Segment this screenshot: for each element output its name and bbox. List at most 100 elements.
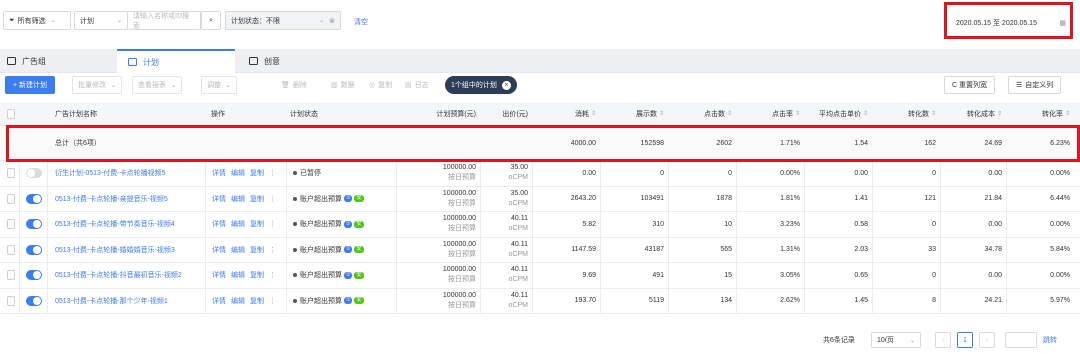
detail-link[interactable]: 详情 <box>212 270 226 280</box>
more-icon[interactable]: ⋮ <box>269 271 276 279</box>
edit-link[interactable]: 编辑 <box>231 245 245 255</box>
copy-link[interactable]: 复制 <box>250 168 264 178</box>
data-button[interactable]: ▥ 数据 <box>331 76 355 94</box>
detail-link[interactable]: 详情 <box>212 168 226 178</box>
row-toggle-cell[interactable] <box>22 161 46 186</box>
status-toggle[interactable] <box>26 168 42 179</box>
bulk-edit-button[interactable]: 批量修改 ⌄ <box>72 76 123 94</box>
next-page-button[interactable]: › <box>979 332 995 348</box>
plan-name-link[interactable]: 0513-付费-卡点轮播-那个少年-视频1 <box>51 289 205 314</box>
row-checkbox[interactable] <box>7 244 15 255</box>
plan-name-link[interactable]: 0513-付费-卡点轮播-婚婚婚音乐-视频3 <box>51 238 205 263</box>
status-select[interactable]: 计划状态：不限 ⌄ ⊗ <box>225 11 341 30</box>
selected-group-pill[interactable]: 1个组中的计划 × <box>445 76 517 94</box>
more-icon[interactable]: ⋮ <box>269 297 276 305</box>
status-badge: ① <box>344 297 353 305</box>
copy-link[interactable]: 复制 <box>250 270 264 280</box>
copy-link[interactable]: 复制 <box>250 194 264 204</box>
row-checkbox-cell[interactable] <box>3 187 19 212</box>
detail-link[interactable]: 详情 <box>212 219 226 229</box>
status-toggle[interactable] <box>26 270 42 281</box>
row-checkbox-cell[interactable] <box>3 212 19 237</box>
clear-icon[interactable]: ⊗ <box>329 17 335 25</box>
copy-button[interactable]: ◎ 复制 <box>369 76 392 94</box>
copy-link[interactable]: 复制 <box>250 219 264 229</box>
row-checkbox-cell[interactable] <box>3 238 19 263</box>
row-checkbox-cell[interactable] <box>3 263 19 288</box>
copy-link[interactable]: 复制 <box>250 245 264 255</box>
row-checkbox-cell[interactable] <box>3 161 19 186</box>
clear-filters-link[interactable]: 清空 <box>354 17 368 27</box>
log-button[interactable]: ▤ 日志 <box>405 76 429 94</box>
plan-name-link[interactable]: 0513-付费-卡点轮播-带节奏音乐-视频4 <box>51 212 205 237</box>
edit-link[interactable]: 编辑 <box>231 168 245 178</box>
row-toggle-cell[interactable] <box>22 289 46 314</box>
col-cpc[interactable]: 平均点击单价 ⇕ <box>804 102 872 125</box>
status-toggle[interactable] <box>26 295 42 306</box>
delete-button[interactable]: 🗑 删除 <box>281 76 307 94</box>
edit-link[interactable]: 编辑 <box>231 296 245 306</box>
more-icon[interactable]: ⋮ <box>269 169 276 177</box>
row-checkbox-cell[interactable] <box>3 289 19 314</box>
all-filter-dropdown[interactable]: ⏷ 所有筛选 ⌄ <box>3 11 71 30</box>
col-clicks[interactable]: 点击数 ⇕ <box>668 102 736 125</box>
page-size-select[interactable]: 10/页 ⌄ <box>871 332 921 348</box>
col-cvr[interactable]: 转化率 ⇕ <box>1006 102 1074 125</box>
status-toggle[interactable] <box>26 244 42 255</box>
detail-link[interactable]: 详情 <box>212 296 226 306</box>
row-toggle-cell[interactable] <box>22 212 46 237</box>
row-checkbox[interactable] <box>7 168 15 179</box>
checkbox[interactable] <box>7 108 15 119</box>
plan-name-link[interactable]: 0513-付费-卡点轮播-抖音最初音乐-视频2 <box>51 263 205 288</box>
view-report-button[interactable]: 查看报表 ⌄ <box>132 76 183 94</box>
tab-creative[interactable]: 创意 <box>249 49 349 73</box>
goto-page-input[interactable] <box>1005 332 1037 348</box>
copy-link[interactable]: 复制 <box>250 296 264 306</box>
reset-col-width-button[interactable]: C 重置列宽 <box>944 76 995 94</box>
col-cost[interactable]: 消耗 ⇕ <box>532 102 600 125</box>
adjust-button[interactable]: 调整 ⌄ <box>201 76 238 94</box>
row-toggle-cell[interactable] <box>22 238 46 263</box>
row-checkbox[interactable] <box>7 270 15 281</box>
row-checkbox[interactable] <box>7 295 15 306</box>
more-icon[interactable]: ⋮ <box>269 195 276 203</box>
col-conversions[interactable]: 转化数 ⇕ <box>872 102 940 125</box>
tab-ad-group[interactable]: 广告组 <box>0 49 117 73</box>
goto-button[interactable]: 跳转 <box>1043 332 1057 348</box>
custom-columns-label: 自定义列 <box>1025 82 1054 89</box>
row-checkbox[interactable] <box>7 193 15 204</box>
plan-name-link[interactable]: 衍生计划-0513-付费-卡点轮播视频5 <box>51 161 205 186</box>
cell-impressions: 491 <box>652 271 664 279</box>
tab-plan[interactable]: 计划 <box>117 49 235 73</box>
search-input[interactable]: 请输入名称或ID搜索 <box>128 11 201 30</box>
col-cpa[interactable]: 转化成本 ⇕ <box>940 102 1006 125</box>
detail-link[interactable]: 详情 <box>212 194 226 204</box>
view-report-label: 查看报表 <box>138 82 166 89</box>
search-button[interactable]: ⌕ <box>201 11 221 30</box>
row-checkbox[interactable] <box>7 219 15 230</box>
close-icon[interactable]: × <box>501 80 511 90</box>
more-icon[interactable]: ⋮ <box>269 220 276 228</box>
custom-columns-button[interactable]: ☰ 自定义列 <box>1008 76 1062 94</box>
edit-link[interactable]: 编辑 <box>231 270 245 280</box>
page-1-button[interactable]: 1 <box>957 332 973 348</box>
status-toggle[interactable] <box>26 219 42 230</box>
select-all-checkbox[interactable] <box>3 102 19 125</box>
status-badge: ① <box>344 271 353 279</box>
col-ctr[interactable]: 点击率 ⇕ <box>736 102 804 125</box>
new-plan-button[interactable]: + 新建计划 <box>5 76 56 94</box>
plan-name-link[interactable]: 0513-付费-卡点轮播-亲提音乐-视频5 <box>51 187 205 212</box>
col-impressions[interactable]: 展示数 ⇕ <box>600 102 668 125</box>
edit-link[interactable]: 编辑 <box>231 194 245 204</box>
bid-type: oCPM <box>508 225 528 233</box>
more-icon[interactable]: ⋮ <box>269 246 276 254</box>
prev-page-button[interactable]: ‹ <box>935 332 951 348</box>
row-toggle-cell[interactable] <box>22 187 46 212</box>
cell-clicks: 134 <box>720 297 732 305</box>
status-toggle[interactable] <box>26 193 42 204</box>
detail-link[interactable]: 详情 <box>212 245 226 255</box>
tab-plan-label: 计划 <box>143 57 159 67</box>
edit-link[interactable]: 编辑 <box>231 219 245 229</box>
plan-select[interactable]: 计划 ⌄ <box>74 11 128 30</box>
row-toggle-cell[interactable] <box>22 263 46 288</box>
